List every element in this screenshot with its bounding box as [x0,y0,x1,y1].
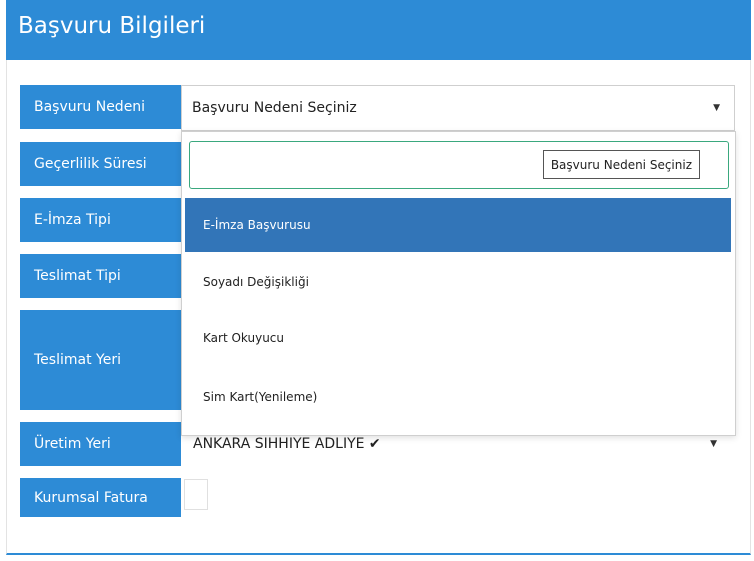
dropdown-option[interactable]: E-İmza Başvurusu [185,198,731,252]
basvuru-nedeni-dropdown: Başvuru Nedeni Seçiniz E-İmza Başvurusu … [181,131,736,436]
dropdown-option[interactable]: Kart Okuyucu [185,311,731,365]
label-eimza-tipi: E-İmza Tipi [20,198,181,242]
panel-header: Başvuru Bilgileri [6,0,751,60]
tooltip: Başvuru Nedeni Seçiniz [542,150,700,179]
caret-down-icon: ▼ [713,103,720,113]
dropdown-search-input[interactable]: Başvuru Nedeni Seçiniz [189,141,729,189]
caret-down-icon: ▼ [710,439,717,449]
panel-title: Başvuru Bilgileri [18,13,206,39]
label-kurumsal-fatura: Kurumsal Fatura [20,478,181,517]
basvuru-nedeni-value: Başvuru Nedeni Seçiniz [192,100,357,116]
label-uretim-yeri: Üretim Yeri [20,422,181,466]
basvuru-nedeni-select[interactable]: Başvuru Nedeni Seçiniz ▼ [181,85,735,131]
label-teslimat-yeri: Teslimat Yeri [20,310,181,410]
dropdown-option[interactable]: Sim Kart(Yenileme) [185,370,731,424]
label-gecerlilik-suresi: Geçerlilik Süresi [20,142,181,186]
uretim-yeri-value: ANKARA SIHHIYE ADLIYE ✔ [193,436,381,452]
label-basvuru-nedeni: Başvuru Nedeni [20,85,181,129]
kurumsal-fatura-checkbox[interactable] [184,479,208,510]
dropdown-option[interactable]: Soyadı Değişikliği [185,255,731,309]
label-teslimat-tipi: Teslimat Tipi [20,254,181,298]
